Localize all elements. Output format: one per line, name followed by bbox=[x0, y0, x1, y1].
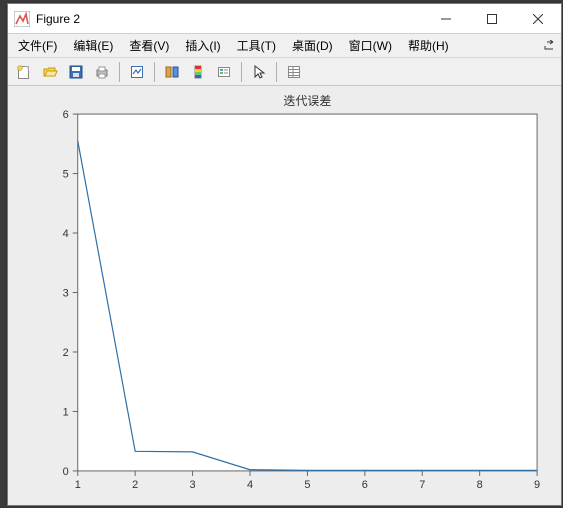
svg-text:7: 7 bbox=[419, 479, 425, 491]
svg-text:1: 1 bbox=[75, 479, 81, 491]
print-button[interactable] bbox=[90, 60, 114, 84]
svg-text:9: 9 bbox=[534, 479, 540, 491]
titlebar: Figure 2 bbox=[8, 4, 561, 34]
svg-text:6: 6 bbox=[63, 109, 69, 121]
menu-insert[interactable]: 插入(I) bbox=[179, 35, 226, 56]
svg-text:2: 2 bbox=[132, 479, 138, 491]
toolbar-separator bbox=[241, 62, 242, 82]
close-button[interactable] bbox=[515, 4, 561, 34]
figure-area: 迭代误差1234567890123456 bbox=[8, 86, 561, 505]
menu-help[interactable]: 帮助(H) bbox=[402, 35, 455, 56]
edit-plot-button[interactable] bbox=[125, 60, 149, 84]
insert-colorbar-button[interactable] bbox=[186, 60, 210, 84]
svg-text:1: 1 bbox=[63, 406, 69, 418]
insert-legend-button[interactable] bbox=[212, 60, 236, 84]
menu-tools[interactable]: 工具(T) bbox=[231, 35, 282, 56]
menu-view[interactable]: 查看(V) bbox=[123, 35, 175, 56]
svg-text:5: 5 bbox=[304, 479, 310, 491]
pointer-button[interactable] bbox=[247, 60, 271, 84]
svg-text:6: 6 bbox=[362, 479, 368, 491]
toolbar-separator bbox=[119, 62, 120, 82]
toolbar-separator bbox=[276, 62, 277, 82]
new-figure-button[interactable] bbox=[12, 60, 36, 84]
axes[interactable]: 迭代误差1234567890123456 bbox=[8, 86, 561, 505]
svg-text:0: 0 bbox=[63, 466, 69, 478]
svg-text:5: 5 bbox=[63, 169, 69, 181]
menu-desktop[interactable]: 桌面(D) bbox=[286, 35, 339, 56]
link-plot-button[interactable] bbox=[160, 60, 184, 84]
toolbar bbox=[8, 58, 561, 86]
chart-title: 迭代误差 bbox=[284, 94, 332, 108]
matlab-icon bbox=[14, 11, 30, 27]
menu-edit[interactable]: 编辑(E) bbox=[67, 35, 119, 56]
menu-overflow-icon[interactable] bbox=[539, 39, 557, 53]
menubar: 文件(F) 编辑(E) 查看(V) 插入(I) 工具(T) 桌面(D) 窗口(W… bbox=[8, 34, 561, 58]
save-button[interactable] bbox=[64, 60, 88, 84]
toolbar-separator bbox=[154, 62, 155, 82]
minimize-button[interactable] bbox=[423, 4, 469, 34]
svg-text:2: 2 bbox=[63, 347, 69, 359]
property-inspector-button[interactable] bbox=[282, 60, 306, 84]
svg-text:4: 4 bbox=[247, 479, 253, 491]
menu-window[interactable]: 窗口(W) bbox=[343, 35, 398, 56]
svg-text:4: 4 bbox=[63, 228, 69, 240]
open-button[interactable] bbox=[38, 60, 62, 84]
window-title: Figure 2 bbox=[36, 12, 423, 26]
svg-text:3: 3 bbox=[190, 479, 196, 491]
maximize-button[interactable] bbox=[469, 4, 515, 34]
menu-file[interactable]: 文件(F) bbox=[12, 35, 63, 56]
svg-text:3: 3 bbox=[63, 287, 69, 299]
svg-text:8: 8 bbox=[477, 479, 483, 491]
figure-window: Figure 2 文件(F) 编辑(E) 查看(V) 插入(I) 工具(T) 桌… bbox=[7, 3, 562, 506]
